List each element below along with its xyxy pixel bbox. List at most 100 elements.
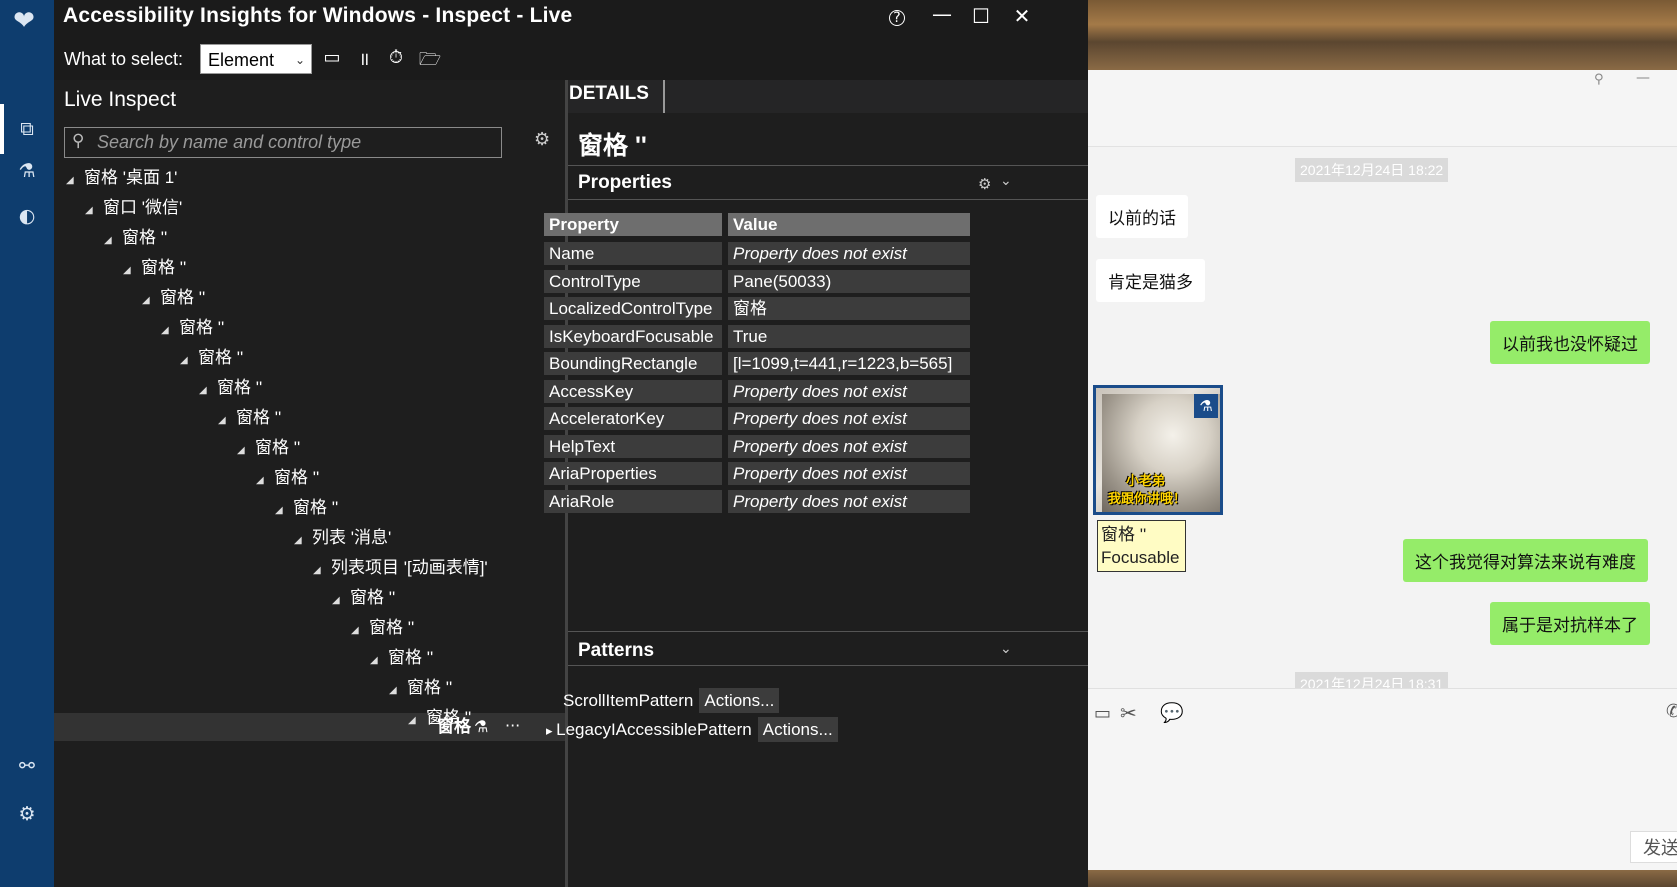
property-value-cell[interactable]: True [728,324,970,348]
pin-icon[interactable]: ⚲ [1594,72,1604,87]
help-icon[interactable]: ? [889,10,905,26]
tree-item[interactable]: ◢ 窗格 '' [408,704,471,732]
sticker-image[interactable]: ⚗ 小老弟 我跟你讲哦！ [1093,385,1223,515]
message-input-area[interactable]: ▭ ✂ 💬 ✆ [1088,688,1677,871]
property-value-cell[interactable]: Pane(50033) [728,269,970,293]
message-bubble-left[interactable]: 肯定是猫多 [1096,259,1205,302]
expand-collapse-icon[interactable]: ◢ [66,167,84,195]
expand-collapse-icon[interactable]: ◢ [370,647,388,675]
phone-icon[interactable]: ✆ [1666,701,1677,722]
tree-item[interactable]: ◢ 窗格 '' [104,224,167,252]
property-value-cell[interactable]: [l=1099,t=441,r=1223,b=565] [728,352,970,375]
expand-collapse-icon[interactable]: ◢ [104,227,122,255]
what-to-select-dropdown[interactable]: Element ⌄ [200,44,312,74]
tree-item[interactable]: ◢ 窗格 '' [142,284,205,312]
property-value-cell[interactable]: Property does not exist [728,379,970,403]
tree-item[interactable]: ◢ 窗格 '' [332,584,395,612]
minimize-icon[interactable]: — [1636,70,1650,86]
property-name-cell[interactable]: BoundingRectangle [544,352,722,375]
tree-item[interactable]: ◢ 窗格 '' [237,434,300,462]
expand-collapse-icon[interactable]: ◢ [180,347,198,375]
property-value-cell[interactable]: Property does not exist [728,407,970,430]
minimize-icon[interactable]: — [927,2,957,26]
expand-collapse-icon[interactable]: ◢ [256,467,274,495]
chevron-down-icon[interactable]: ⌄ [1000,173,1012,189]
chat-history-icon[interactable]: 💬 [1160,701,1184,724]
property-name-cell[interactable]: IsKeyboardFocusable [544,324,722,348]
file-icon[interactable]: ▭ [1094,703,1111,724]
test-flask-icon[interactable]: ⚗ [474,713,488,741]
expand-collapse-icon[interactable]: ◢ [142,287,160,315]
expand-collapse-icon[interactable]: ◢ [161,317,179,345]
property-value-cell[interactable]: Property does not exist [728,489,970,513]
tree-item[interactable]: ◢ 窗格 '' [275,494,338,522]
expand-collapse-icon[interactable]: ◢ [351,617,369,645]
property-name-cell[interactable]: AriaRole [544,489,722,513]
property-name-cell[interactable]: AccessKey [544,379,722,403]
expand-collapse-icon[interactable]: ◢ [294,527,312,555]
tree-row-selected[interactable]: 窗格 ⚗ ··· [54,713,565,741]
properties-section-title[interactable]: Properties [578,172,672,194]
close-icon[interactable]: ✕ [1007,4,1037,28]
test-flask-icon[interactable]: ⚗ [14,158,40,184]
search-input[interactable]: Search by name and control type [64,127,502,158]
maximize-icon[interactable]: ☐ [966,4,996,28]
tree-item[interactable]: ◢ 窗格 '' [389,674,452,702]
screenshot-scissors-icon[interactable]: ✂ [1120,701,1137,725]
pause-icon[interactable]: ॥ [352,47,376,71]
expand-collapse-icon[interactable]: ◢ [218,407,236,435]
tree-item[interactable]: ◢ 窗口 '微信' [85,194,182,222]
expand-collapse-icon[interactable]: ◢ [408,707,426,735]
timer-icon[interactable]: ⏱ [384,47,408,68]
property-value-cell[interactable]: Property does not exist [728,434,970,458]
property-name-cell[interactable]: LocalizedControlType [544,297,722,320]
patterns-section-title[interactable]: Patterns [578,640,654,662]
tree-item[interactable]: ◢ 窗格 '' [123,254,186,282]
open-folder-icon[interactable]: 🗁 [418,47,442,77]
expand-icon[interactable]: ▸ [546,723,556,738]
property-value-cell[interactable]: Property does not exist [728,462,970,485]
tree-item[interactable]: ◢ 窗格 '' [256,464,319,492]
tree-item[interactable]: ◢ 窗格 '桌面 1' [66,164,177,192]
color-palette-icon[interactable]: ◐ [14,203,40,229]
message-bubble-right[interactable]: 属于是对抗样本了 [1490,602,1650,645]
send-button[interactable]: 发送 [1630,831,1677,863]
property-name-cell[interactable]: AcceleratorKey [544,407,722,430]
property-name-cell[interactable]: AriaProperties [544,462,722,485]
property-name-cell[interactable]: HelpText [544,434,722,458]
expand-collapse-icon[interactable]: ◢ [123,257,141,285]
tab-details[interactable]: DETAILS [569,83,649,105]
tree-item[interactable]: ◢ 窗格 '' [180,344,243,372]
expand-collapse-icon[interactable]: ◢ [199,377,217,405]
more-options-icon[interactable]: ··· [505,713,520,739]
expand-collapse-icon[interactable]: ◢ [313,557,331,585]
tree-item[interactable]: ◢ 窗格 '' [218,404,281,432]
expand-collapse-icon[interactable]: ◢ [275,497,293,525]
pattern-actions-button[interactable]: Actions... [699,688,780,713]
property-name-cell[interactable]: ControlType [544,269,722,293]
settings-icon[interactable]: ⚙ [14,801,40,827]
properties-settings-icon[interactable]: ⚙ [978,175,991,193]
tree-item[interactable]: ◢ 窗格 '' [351,614,414,642]
screenshot-icon[interactable]: ▭ [320,47,344,68]
expand-collapse-icon[interactable]: ◢ [389,677,407,705]
tree-item[interactable]: ◢ 窗格 '' [161,314,224,342]
expand-collapse-icon[interactable]: ◢ [237,437,255,465]
message-bubble-right[interactable]: 以前我也没怀疑过 [1490,321,1650,364]
expand-collapse-icon[interactable]: ◢ [85,197,103,225]
tree-item[interactable]: ◢ 列表项目 '[动画表情]' [313,554,488,582]
chevron-down-icon[interactable]: ⌄ [1000,641,1012,657]
tree-settings-icon[interactable]: ⚙ [534,129,550,150]
tree-item[interactable]: ◢ 列表 '消息' [294,524,391,552]
property-name-cell[interactable]: Name [544,242,722,265]
message-bubble-left[interactable]: 以前的话 [1096,195,1188,238]
property-value-cell[interactable]: 窗格 [728,297,970,320]
inspect-icon[interactable]: ⧉ [14,116,40,142]
property-value-cell[interactable]: Property does not exist [728,242,970,265]
tree-item[interactable]: ◢ 窗格 '' [370,644,433,672]
pattern-actions-button[interactable]: Actions... [757,717,838,742]
tree-item[interactable]: ◢ 窗格 '' [199,374,262,402]
expand-collapse-icon[interactable]: ◢ [332,587,350,615]
message-bubble-right[interactable]: 这个我觉得对算法来说有难度 [1403,539,1648,582]
connection-icon[interactable]: ⚯ [14,753,40,779]
